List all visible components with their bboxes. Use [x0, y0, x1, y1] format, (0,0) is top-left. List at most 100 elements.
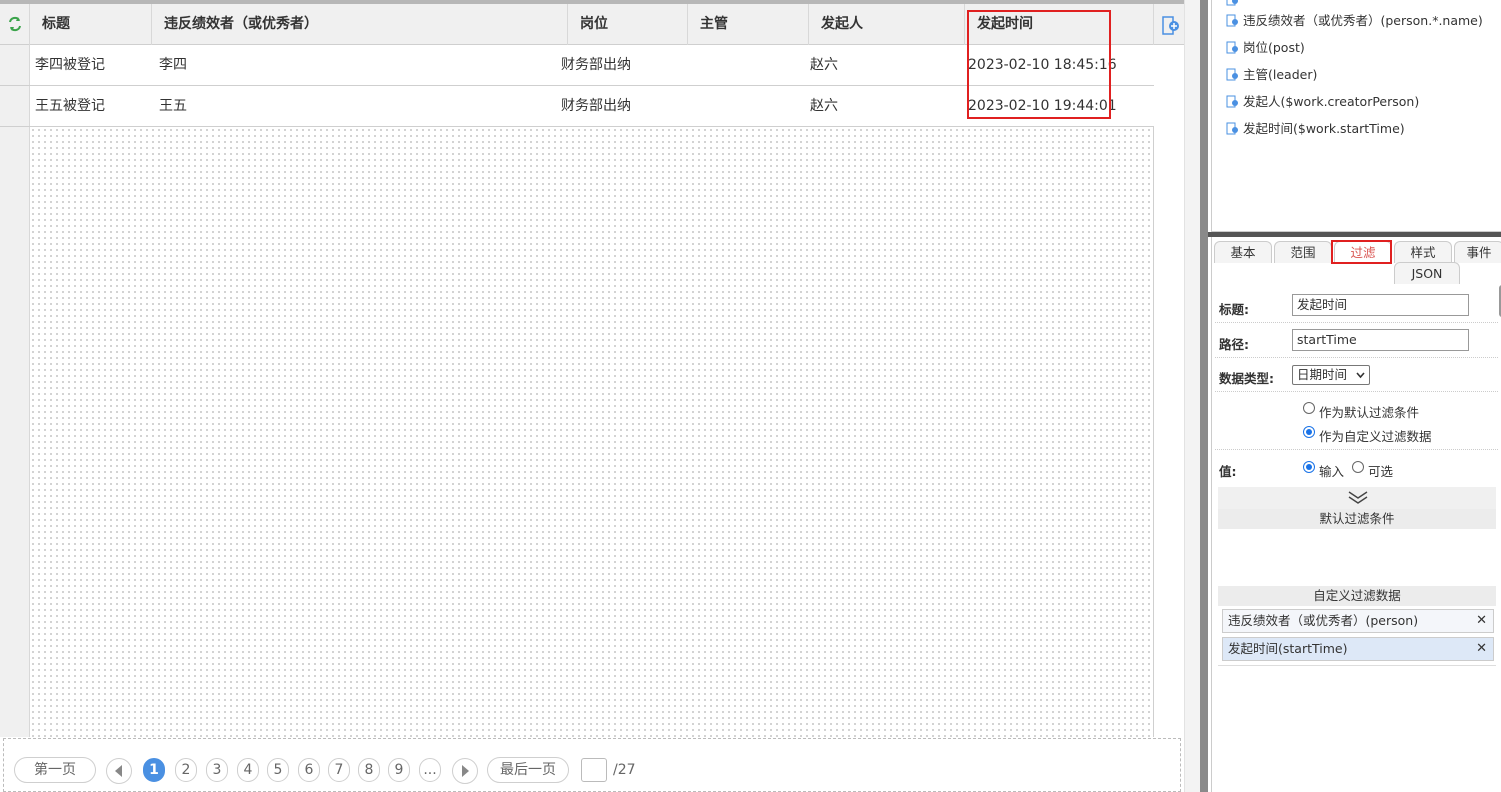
field-icon: [1226, 95, 1238, 108]
radio-custom-filter-label: 作为自定义过滤数据: [1319, 429, 1432, 444]
field-icon: [1226, 122, 1238, 135]
canvas-scrollbar[interactable]: [1184, 0, 1200, 792]
close-icon[interactable]: ✕: [1476, 638, 1487, 660]
radio-value-select-label: 可选: [1368, 464, 1394, 479]
path-label: 路径:: [1219, 337, 1249, 352]
field-label: 岗位(post): [1243, 40, 1305, 55]
col-header-post[interactable]: 岗位: [568, 4, 688, 45]
tab-basic[interactable]: 基本: [1214, 241, 1272, 263]
page-number-3[interactable]: 3: [206, 758, 228, 782]
data-type-value: 日期时间: [1297, 367, 1348, 382]
page-number-8[interactable]: 8: [358, 758, 380, 782]
prop-row-path: 路径: startTime: [1215, 323, 1498, 358]
page-number-2[interactable]: 2: [175, 758, 197, 782]
page-number-1[interactable]: 1: [143, 758, 165, 782]
radio-custom-filter[interactable]: [1303, 426, 1315, 438]
chevron-down-icon: [1356, 372, 1365, 379]
prop-row-value: 值: 输入 可选: [1215, 450, 1498, 486]
cell-creator: 赵六: [810, 98, 838, 114]
page-number-6[interactable]: 6: [298, 758, 320, 782]
field-icon: [1226, 0, 1238, 6]
first-page-button[interactable]: 第一页: [14, 757, 96, 783]
radio-default-filter-label: 作为默认过滤条件: [1319, 405, 1420, 420]
panel-splitter[interactable]: [1200, 0, 1208, 792]
next-page-button[interactable]: [452, 758, 478, 784]
cell-person: 王五: [159, 98, 187, 114]
field-label: 主管(leader): [1243, 67, 1318, 82]
cell-creator: 赵六: [810, 57, 838, 73]
refresh-cell: [0, 4, 30, 45]
close-icon[interactable]: ✕: [1476, 610, 1487, 632]
list-item[interactable]: [1226, 0, 1243, 10]
col-header-person[interactable]: 违反绩效者（或优秀者）: [152, 4, 568, 45]
property-tabs: 基本 范围 过滤 样式 事件 JSON: [1211, 237, 1501, 285]
radio-value-input-label: 输入: [1319, 464, 1345, 479]
design-canvas[interactable]: [30, 127, 1154, 737]
page-jump-input[interactable]: [581, 758, 607, 782]
list-item[interactable]: 主管(leader): [1226, 65, 1317, 85]
tab-events[interactable]: 事件: [1454, 241, 1501, 263]
radio-value-select[interactable]: [1352, 461, 1364, 473]
prop-row-filter-mode: 作为默认过滤条件 作为自定义过滤数据: [1215, 392, 1498, 450]
highlight-box-start-time: [967, 10, 1111, 119]
custom-filter-item-selected[interactable]: 发起时间(startTime) ✕: [1222, 637, 1494, 661]
list-item[interactable]: 违反绩效者（或优秀者）(person.*.name): [1226, 11, 1483, 31]
field-icon: [1226, 68, 1238, 81]
page-number-7[interactable]: 7: [328, 758, 350, 782]
caret-right-icon: [462, 765, 469, 777]
col-header-leader[interactable]: 主管: [688, 4, 809, 45]
col-header-title[interactable]: 标题: [30, 4, 152, 45]
prop-row-title: 标题: 发起时间: [1215, 287, 1498, 323]
custom-filter-item[interactable]: 违反绩效者（或优秀者）(person) ✕: [1222, 609, 1494, 633]
prev-page-button[interactable]: [106, 758, 132, 784]
last-page-button[interactable]: 最后一页: [487, 757, 569, 783]
list-item[interactable]: 发起人($work.creatorPerson): [1226, 92, 1419, 112]
filter-properties: 标题: 发起时间 路径: startTime 数据类型: 日期时间 作为默认过滤…: [1211, 285, 1501, 792]
radio-default-filter[interactable]: [1303, 402, 1315, 414]
tab-scope[interactable]: 范围: [1274, 241, 1332, 263]
value-label: 值:: [1219, 464, 1237, 479]
title-label: 标题:: [1219, 302, 1249, 317]
cell-post: 财务部出纳: [561, 57, 631, 73]
row-marker: [0, 86, 30, 126]
double-chevron-down-icon: [1348, 491, 1368, 504]
properties-panel: 违反绩效者（或优秀者）(person.*.name) 岗位(post) 主管(l…: [1208, 0, 1501, 792]
page-total: /27: [613, 762, 636, 778]
field-label: 违反绩效者（或优秀者）(person.*.name): [1243, 13, 1483, 28]
prop-row-type: 数据类型: 日期时间: [1215, 358, 1498, 392]
row-marker: [0, 45, 30, 85]
list-item[interactable]: 岗位(post): [1226, 38, 1305, 58]
page-number-9[interactable]: 9: [388, 758, 410, 782]
page-number-5[interactable]: 5: [267, 758, 289, 782]
col-header-creator[interactable]: 发起人: [809, 4, 965, 45]
caret-left-icon: [115, 765, 122, 777]
field-label: 发起时间($work.startTime): [1243, 121, 1405, 136]
page-number-4[interactable]: 4: [237, 758, 259, 782]
pager: 第一页 1 2 3 4 5 6 7 8 9 ... 最后一页 /27: [3, 738, 1181, 792]
cell-person: 李四: [159, 57, 187, 73]
collapse-toggle[interactable]: [1218, 487, 1496, 509]
path-input[interactable]: startTime: [1292, 329, 1469, 351]
add-column-icon[interactable]: [1161, 16, 1181, 36]
cell-title: 李四被登记: [35, 57, 105, 73]
list-item[interactable]: 发起时间($work.startTime): [1226, 119, 1405, 139]
cell-title: 王五被登记: [35, 98, 105, 114]
field-label: 发起人($work.creatorPerson): [1243, 94, 1420, 109]
field-icon: [1226, 14, 1238, 27]
row-header-strip: [0, 127, 30, 737]
radio-value-input[interactable]: [1303, 461, 1315, 473]
data-type-select[interactable]: 日期时间: [1292, 365, 1370, 385]
tab-style[interactable]: 样式: [1394, 241, 1452, 263]
divider: [1218, 665, 1496, 666]
field-list: 违反绩效者（或优秀者）(person.*.name) 岗位(post) 主管(l…: [1211, 0, 1501, 232]
title-input[interactable]: 发起时间: [1292, 294, 1469, 316]
tab-json[interactable]: JSON: [1394, 262, 1460, 284]
refresh-icon[interactable]: [7, 16, 23, 32]
cell-post: 财务部出纳: [561, 98, 631, 114]
data-type-label: 数据类型:: [1219, 371, 1274, 386]
highlight-box-filter-tab: [1331, 240, 1392, 264]
page-ellipsis[interactable]: ...: [419, 758, 441, 782]
field-icon: [1226, 41, 1238, 54]
default-filter-section-header: 默认过滤条件: [1218, 509, 1496, 529]
custom-filter-section-header: 自定义过滤数据: [1218, 586, 1496, 606]
